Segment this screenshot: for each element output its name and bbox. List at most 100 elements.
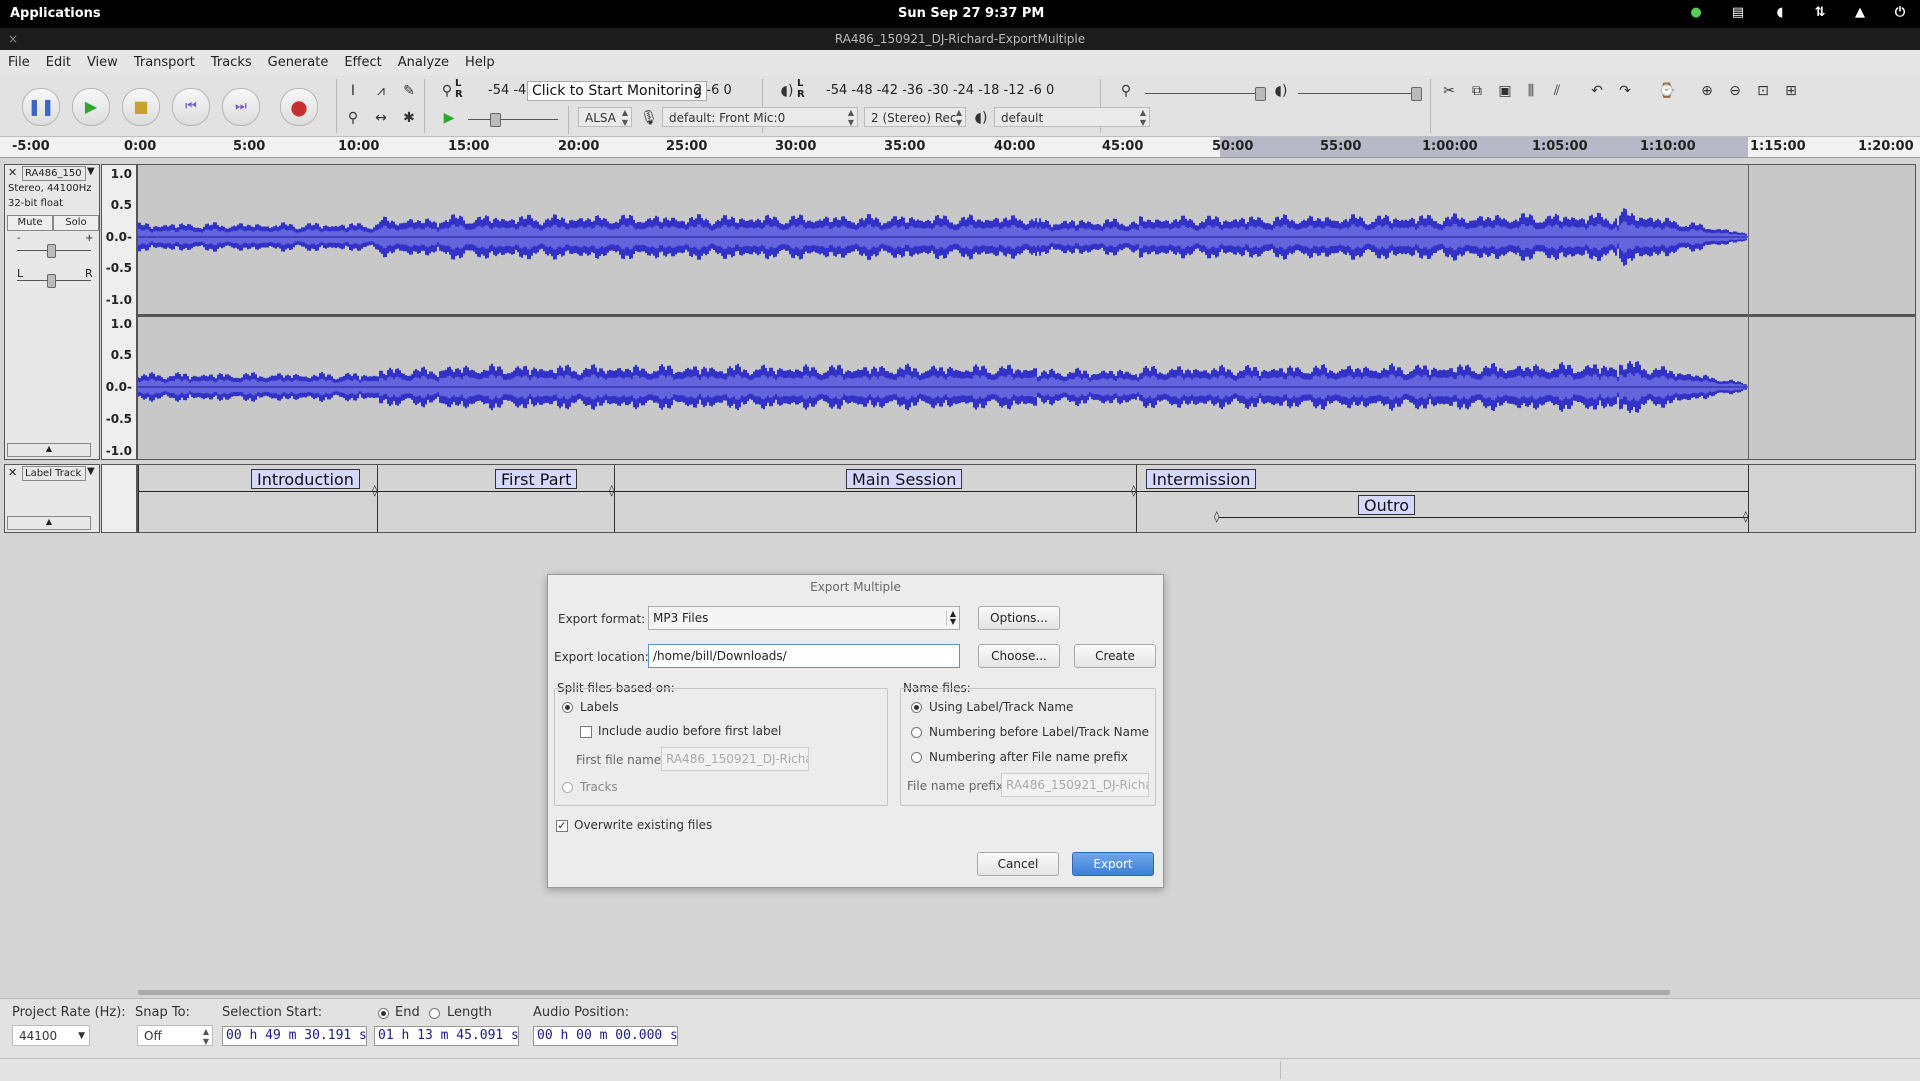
menu-transport[interactable]: Transport	[126, 50, 203, 76]
end-radio[interactable]	[378, 1008, 389, 1019]
solo-button[interactable]: Solo	[53, 215, 99, 231]
label-track-name-button[interactable]: Label Track	[22, 466, 86, 481]
label-outro[interactable]: Outro	[1358, 495, 1416, 515]
file-name-prefix-input[interactable]: RA486_150921_DJ-Richarc	[1001, 773, 1149, 797]
amplitude-scale[interactable]: 1.0 0.5 0.0- -0.5 -1.0 1.0 0.5 0.0- -0.5…	[101, 164, 137, 460]
first-file-name-input[interactable]: RA486_150921_DJ-Richarc	[661, 747, 809, 771]
create-button[interactable]: Create	[1074, 644, 1156, 668]
recording-device-select[interactable]: default: Front Mic:0 ▲ ▼	[662, 107, 858, 127]
display-icon[interactable]: ▤	[1730, 5, 1746, 21]
track-menu-arrow-icon[interactable]: ▼	[87, 166, 95, 177]
horizontal-scrollbar[interactable]	[138, 990, 1670, 995]
applications-menu[interactable]: Applications	[10, 6, 101, 21]
label-first-part[interactable]: First Part	[495, 469, 578, 489]
label-handle-icon[interactable]: ◊	[1743, 510, 1748, 523]
selection-tool-icon[interactable]: I	[342, 80, 364, 102]
label-handle-icon[interactable]: ◊	[609, 484, 614, 497]
timeshift-tool-icon[interactable]: ↔	[370, 107, 392, 129]
menu-generate[interactable]: Generate	[260, 50, 337, 76]
pan-slider[interactable]	[47, 274, 56, 288]
play-speed-slider[interactable]	[490, 113, 501, 127]
fit-selection-icon[interactable]: ⊡	[1752, 80, 1774, 102]
power-icon[interactable]: ⏻	[1892, 5, 1908, 21]
cut-icon[interactable]: ✂	[1438, 80, 1460, 102]
paste-icon[interactable]: ▣	[1494, 80, 1516, 102]
volume-icon[interactable]: ◖	[1772, 5, 1788, 21]
timeline-ruler[interactable]: -5:00 0:00 5:00 10:00 15:00 20:00 25:00 …	[0, 137, 1920, 158]
zoom-tool-icon[interactable]: ⚲	[342, 107, 364, 129]
split-labels-radio[interactable]	[562, 702, 573, 713]
label-handle-icon[interactable]: ◊	[372, 484, 377, 497]
label-handle-icon[interactable]: ◊	[1214, 510, 1219, 523]
track-close-icon[interactable]: ✕	[8, 166, 17, 179]
mute-button[interactable]: Mute	[7, 215, 53, 231]
label-track-area[interactable]: Introduction First Part Main Session Int…	[137, 464, 1916, 533]
export-button[interactable]: Export	[1072, 852, 1154, 876]
play-at-speed-icon[interactable]: ▶	[438, 107, 460, 129]
recording-channels-select[interactable]: 2 (Stereo) Rec ▲ ▼	[864, 107, 966, 127]
input-volume-slider[interactable]	[1255, 87, 1266, 101]
menu-analyze[interactable]: Analyze	[390, 50, 457, 76]
skip-start-button[interactable]: ⏮	[172, 88, 210, 126]
start-monitoring-button[interactable]: Click to Start Monitoring	[527, 81, 707, 101]
include-audio-checkbox[interactable]	[580, 726, 592, 738]
cancel-button[interactable]: Cancel	[977, 852, 1059, 876]
record-button[interactable]: ●	[280, 88, 318, 126]
export-format-select[interactable]: MP3 Files ▲ ▼	[648, 606, 960, 630]
project-rate-select[interactable]: 44100 ▼	[12, 1025, 90, 1046]
label-track-panel[interactable]: ✕ Label Track ▼ ▲	[4, 464, 100, 533]
play-button[interactable]: ▶	[72, 88, 110, 126]
gain-slider[interactable]	[47, 244, 56, 258]
pause-button[interactable]: ❚❚	[22, 88, 60, 126]
window-close-icon[interactable]: ×	[8, 28, 18, 50]
length-radio[interactable]	[429, 1008, 440, 1019]
playback-device-select[interactable]: default ▲ ▼	[994, 107, 1150, 127]
numbering-after-radio[interactable]	[911, 752, 922, 763]
collapse-label-track-icon[interactable]: ▲	[7, 516, 91, 530]
silence-icon[interactable]: ⫽	[1546, 80, 1568, 102]
trim-icon[interactable]: ⫼	[1520, 80, 1542, 102]
selection-start-time[interactable]: 00 h 49 m 30.191 s	[222, 1026, 367, 1046]
label-track-close-icon[interactable]: ✕	[8, 466, 17, 479]
sync-lock-icon[interactable]: ⌚	[1656, 80, 1678, 102]
collapse-track-icon[interactable]: ▲	[7, 443, 91, 457]
menu-file[interactable]: File	[0, 50, 38, 76]
zoom-out-icon[interactable]: ⊖	[1724, 80, 1746, 102]
redo-icon[interactable]: ↷	[1614, 80, 1636, 102]
stop-button[interactable]: ■	[122, 88, 160, 126]
choose-button[interactable]: Choose...	[978, 644, 1060, 668]
label-handle-icon[interactable]: ◊	[138, 484, 139, 497]
output-volume-slider[interactable]	[1411, 87, 1422, 101]
numbering-before-radio[interactable]	[911, 727, 922, 738]
selection-end-time[interactable]: 01 h 13 m 45.091 s	[374, 1026, 519, 1046]
label-intermission[interactable]: Intermission	[1146, 469, 1257, 489]
menu-view[interactable]: View	[79, 50, 126, 76]
clock[interactable]: Sun Sep 27 9:37 PM	[898, 6, 1044, 21]
undo-icon[interactable]: ↶	[1586, 80, 1608, 102]
skip-end-button[interactable]: ⏭	[222, 88, 260, 126]
zoom-in-icon[interactable]: ⊕	[1696, 80, 1718, 102]
menu-edit[interactable]: Edit	[38, 50, 79, 76]
menu-help[interactable]: Help	[457, 50, 503, 76]
track-name-button[interactable]: RA486_150	[22, 166, 86, 181]
audio-position-time[interactable]: 00 h 00 m 00.000 s	[533, 1026, 678, 1046]
multi-tool-icon[interactable]: ✱	[398, 107, 420, 129]
network-icon[interactable]: ⇅	[1812, 5, 1828, 21]
split-tracks-radio[interactable]	[562, 782, 573, 793]
label-handle-icon[interactable]: ◊	[1131, 484, 1136, 497]
audio-host-select[interactable]: ALSA ▲ ▼	[578, 107, 632, 127]
playback-meter-icon[interactable]: ◖)	[776, 80, 798, 102]
notification-icon[interactable]: ▲	[1852, 5, 1868, 21]
export-location-input[interactable]: /home/bill/Downloads/	[648, 644, 960, 668]
menu-effect[interactable]: Effect	[336, 50, 389, 76]
label-track-menu-arrow-icon[interactable]: ▼	[87, 466, 95, 477]
audio-track-panel[interactable]: ✕ RA486_150 ▼ Stereo, 44100Hz 32-bit flo…	[4, 164, 100, 460]
label-introduction[interactable]: Introduction	[251, 469, 360, 489]
fit-project-icon[interactable]: ⊞	[1780, 80, 1802, 102]
envelope-tool-icon[interactable]: ⩘	[370, 80, 392, 102]
waveform-area[interactable]	[137, 164, 1916, 460]
label-main-session[interactable]: Main Session	[846, 469, 963, 489]
snap-to-select[interactable]: Off ▲ ▼	[137, 1025, 213, 1046]
menu-tracks[interactable]: Tracks	[203, 50, 260, 76]
chat-icon[interactable]: ●	[1688, 5, 1704, 21]
